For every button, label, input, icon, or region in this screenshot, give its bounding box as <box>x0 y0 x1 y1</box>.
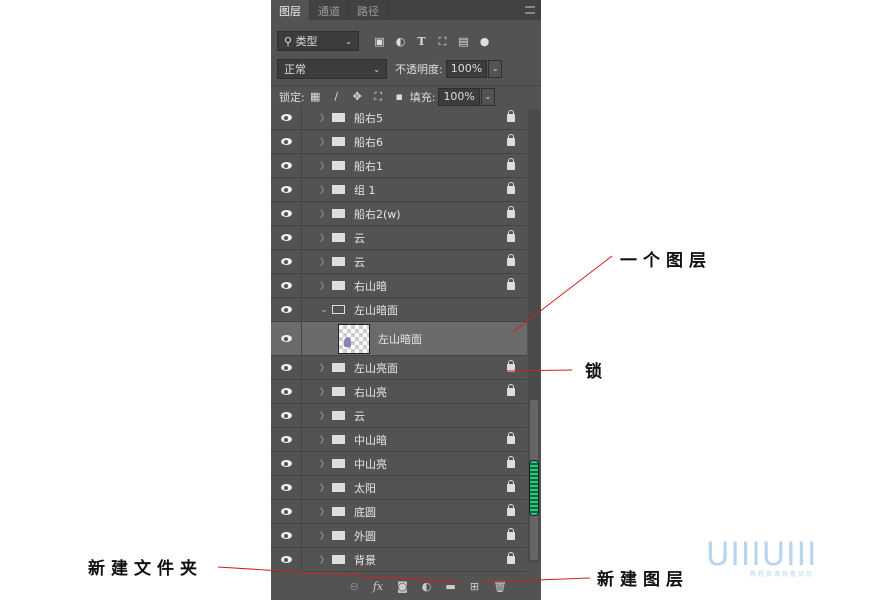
annotation-line-newlayer <box>483 578 590 582</box>
annotation-new-layer: 新建图层 <box>597 565 689 590</box>
annotation-line-group <box>218 567 458 582</box>
annotation-lock: 锁 <box>585 357 608 382</box>
annotation-new-group: 新建文件夹 <box>88 554 203 579</box>
annotation-line-layer <box>513 256 612 332</box>
watermark-logo: UIIIUIII教程资源就看优优 <box>706 535 817 578</box>
annotation-lines <box>0 0 870 600</box>
annotation-one-layer: 一个图层 <box>620 246 712 271</box>
annotation-line-lock <box>506 370 572 371</box>
